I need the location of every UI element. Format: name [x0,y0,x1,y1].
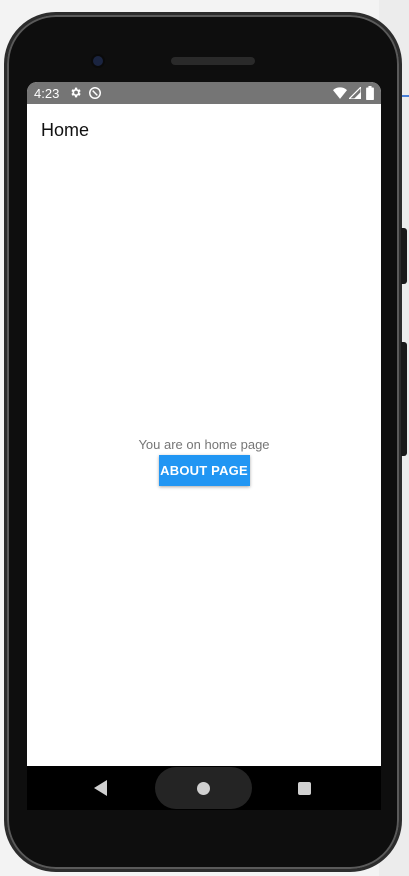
earpiece-speaker [171,57,255,65]
app-screen: 4:23 Home You are on home page ABOUT PAG… [27,82,381,766]
front-camera [93,56,103,66]
page-title: Home [41,120,90,140]
battery-icon [366,86,374,103]
gear-icon [69,86,82,102]
recents-icon[interactable] [298,782,311,795]
status-time: 4:23 [34,86,60,101]
home-content: You are on home page ABOUT PAGE [27,437,381,486]
status-bar: 4:23 [27,82,381,104]
back-icon[interactable] [94,780,108,801]
home-icon [197,782,210,795]
volume-button[interactable] [401,228,407,284]
wifi-icon [333,87,347,102]
signal-icon [347,85,362,102]
about-page-button[interactable]: ABOUT PAGE [158,455,250,486]
sync-icon [88,86,102,103]
power-button[interactable] [401,342,407,456]
home-message: You are on home page [138,437,270,452]
navigation-bar [27,766,381,810]
home-button[interactable] [155,767,252,809]
